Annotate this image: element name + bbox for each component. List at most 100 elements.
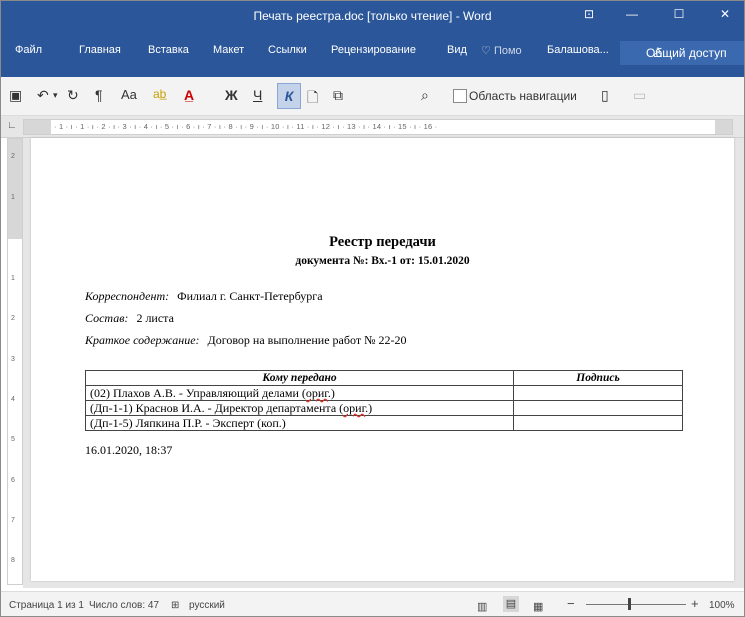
signature-cell xyxy=(513,385,683,401)
quick-access-toolbar: ▣ ↶ ▾ ↻ ¶ Aa ab̲ A̲ Ж Ч К 🗋 ⧉ ⌕ Область … xyxy=(1,77,744,116)
table-row: (Дп-1-5) Ляпкина П.Р. - Эксперт (коп.) xyxy=(85,415,683,431)
composition-label: Состав: xyxy=(85,311,129,325)
tab-layout[interactable]: Макет xyxy=(213,44,244,56)
zoom-slider[interactable] xyxy=(586,604,686,605)
recipient-cell: (Дп-1-1) Краснов И.А. - Директор департа… xyxy=(85,400,514,416)
title-bar: Печать реестра.doc [только чтение] - Wor… xyxy=(1,1,744,31)
font-color-icon[interactable]: A̲ xyxy=(184,87,194,103)
summary-label: Краткое содержание: xyxy=(85,333,200,347)
recipient-cell: (02) Плахов А.В. - Управляющий делами (о… xyxy=(85,385,514,401)
ruler-ticks: · 1 · ı · 1 · ı · 2 · ı · 3 · ı · 4 · ı … xyxy=(54,122,438,131)
disabled-tool-icon: ▭ xyxy=(633,87,647,103)
person-icon: ♙ xyxy=(652,45,664,60)
vruler-tick: 4 xyxy=(11,396,15,403)
new-document-icon[interactable]: ▯ xyxy=(601,87,609,104)
recipient-cell: (Дп-1-5) Ляпкина П.Р. - Эксперт (коп.) xyxy=(85,415,514,431)
signature-cell xyxy=(513,415,683,431)
document-title: Реестр передачи xyxy=(329,234,436,250)
column-header-signature: Подпись xyxy=(513,370,683,386)
undo-dropdown-icon[interactable]: ▾ xyxy=(53,90,58,101)
word-window: Печать реестра.doc [только чтение] - Wor… xyxy=(0,0,745,617)
zoom-in-button[interactable]: + xyxy=(691,596,699,611)
tell-me-label: Помо xyxy=(493,45,522,57)
change-case-icon[interactable]: Aa xyxy=(121,87,137,102)
bold-icon[interactable]: Ж xyxy=(225,87,238,103)
proofing-icon[interactable]: ⊞ xyxy=(171,600,179,611)
recipient-suffix: .) xyxy=(327,386,335,400)
multiple-pages-icon[interactable]: ⧉ xyxy=(333,87,343,104)
table-row: (Дп-1-1) Краснов И.А. - Директор департа… xyxy=(85,400,683,416)
vruler-tick: 2 xyxy=(11,153,15,160)
undo-icon[interactable]: ↶ xyxy=(37,87,49,104)
recipient-text: (Дп-1-1) Краснов И.А. - Директор департа… xyxy=(90,401,344,415)
ribbon-display-options-icon[interactable]: ⊡ xyxy=(579,7,599,21)
tell-me-box[interactable]: ♡ Помо xyxy=(481,44,522,57)
tab-references[interactable]: Ссылки xyxy=(268,44,307,56)
web-layout-icon[interactable]: ▦ xyxy=(533,600,543,613)
zoom-out-button[interactable]: − xyxy=(567,596,575,611)
status-bar: Страница 1 из 1 Число слов: 47 ⊞ русский… xyxy=(1,591,744,616)
word-count[interactable]: Число слов: 47 xyxy=(89,600,159,611)
vruler-tick: 1 xyxy=(11,194,15,201)
vruler-tick: 2 xyxy=(11,315,15,322)
italic-icon[interactable]: К xyxy=(277,83,301,109)
insert-page-icon[interactable]: 🗋 xyxy=(307,87,318,111)
document-page[interactable]: Реестр передачи документа №: Вх.-1 от: 1… xyxy=(31,138,734,581)
vertical-ruler[interactable]: 2 1 1 2 3 4 5 6 7 8 xyxy=(7,138,23,585)
ruler-row: ∟ · 1 · ı · 1 · ı · 2 · ı · 3 · ı · 4 · … xyxy=(1,116,744,138)
tab-view[interactable]: Вид xyxy=(447,44,467,56)
horizontal-ruler[interactable]: · 1 · ı · 1 · ı · 2 · ı · 3 · ı · 4 · ı … xyxy=(23,119,733,135)
redo-icon[interactable]: ↻ xyxy=(67,87,79,104)
recipient-suffix: .) xyxy=(365,401,373,415)
left-margin-area xyxy=(24,120,51,134)
tab-home[interactable]: Главная xyxy=(79,44,121,56)
table-header-row: Кому передано Подпись xyxy=(85,370,683,386)
tab-review[interactable]: Рецензирование xyxy=(331,44,416,56)
page-count[interactable]: Страница 1 из 1 xyxy=(9,600,84,611)
correspondent-value: Филиал г. Санкт-Петербурга xyxy=(177,289,323,303)
document-subtitle: документа №: Вх.-1 от: 15.01.2020 xyxy=(295,255,470,267)
table-row: (02) Плахов А.В. - Управляющий делами (о… xyxy=(85,385,683,401)
correspondent-line: Корреспондент: Филиал г. Санкт-Петербург… xyxy=(85,289,323,304)
tab-file[interactable]: Файл xyxy=(15,44,42,56)
search-icon[interactable]: ⌕ xyxy=(421,87,429,104)
summary-value: Договор на выполнение работ № 22-20 xyxy=(207,333,407,347)
vruler-tick: 5 xyxy=(11,436,15,443)
vruler-tick: 7 xyxy=(11,517,15,524)
summary-line: Краткое содержание: Договор на выполнени… xyxy=(85,333,407,348)
transfer-table: Кому передано Подпись (02) Плахов А.В. -… xyxy=(85,370,683,431)
nav-pane-checkbox[interactable] xyxy=(453,89,467,103)
underline-icon[interactable]: Ч xyxy=(253,87,262,103)
print-layout-icon[interactable]: ▤ xyxy=(503,596,519,612)
tab-selector-icon[interactable]: ∟ xyxy=(7,120,17,131)
ribbon-tabs: Файл Главная Вставка Макет Ссылки Реценз… xyxy=(1,31,744,77)
highlight-icon[interactable]: ab̲ xyxy=(153,87,166,101)
document-workspace: Реестр передачи документа №: Вх.-1 от: 1… xyxy=(23,138,744,588)
lightbulb-icon: ♡ xyxy=(481,45,491,57)
tab-insert[interactable]: Вставка xyxy=(148,44,189,56)
read-mode-icon[interactable]: ▥ xyxy=(477,600,487,613)
composition-line: Состав: 2 листа xyxy=(85,311,174,326)
pilcrow-icon[interactable]: ¶ xyxy=(95,87,103,103)
close-button[interactable]: ✕ xyxy=(715,7,735,21)
share-button[interactable]: ♙ Общий доступ xyxy=(620,41,744,65)
column-header-recipient: Кому передано xyxy=(85,370,514,386)
maximize-button[interactable]: ☐ xyxy=(669,7,689,21)
nav-pane-label: Область навигации xyxy=(469,89,577,103)
recipient-text: (Дп-1-5) Ляпкина П.Р. - Эксперт (коп.) xyxy=(90,416,286,430)
print-timestamp: 16.01.2020, 18:37 xyxy=(85,443,173,457)
save-icon[interactable]: ▣ xyxy=(9,87,22,104)
signature-cell xyxy=(513,400,683,416)
vruler-tick: 3 xyxy=(11,356,15,363)
language-indicator[interactable]: русский xyxy=(189,600,225,611)
recipient-text: (02) Плахов А.В. - Управляющий делами ( xyxy=(90,386,306,400)
vruler-tick: 8 xyxy=(11,557,15,564)
zoom-level[interactable]: 100% xyxy=(709,600,735,611)
account-name[interactable]: Балашова... xyxy=(547,44,609,56)
composition-value: 2 листа xyxy=(136,311,174,325)
zoom-slider-thumb[interactable] xyxy=(628,598,631,610)
minimize-button[interactable]: — xyxy=(622,7,642,21)
vruler-tick: 6 xyxy=(11,477,15,484)
spell-flagged-word: ориг xyxy=(343,401,366,415)
correspondent-label: Корреспондент: xyxy=(85,289,170,303)
